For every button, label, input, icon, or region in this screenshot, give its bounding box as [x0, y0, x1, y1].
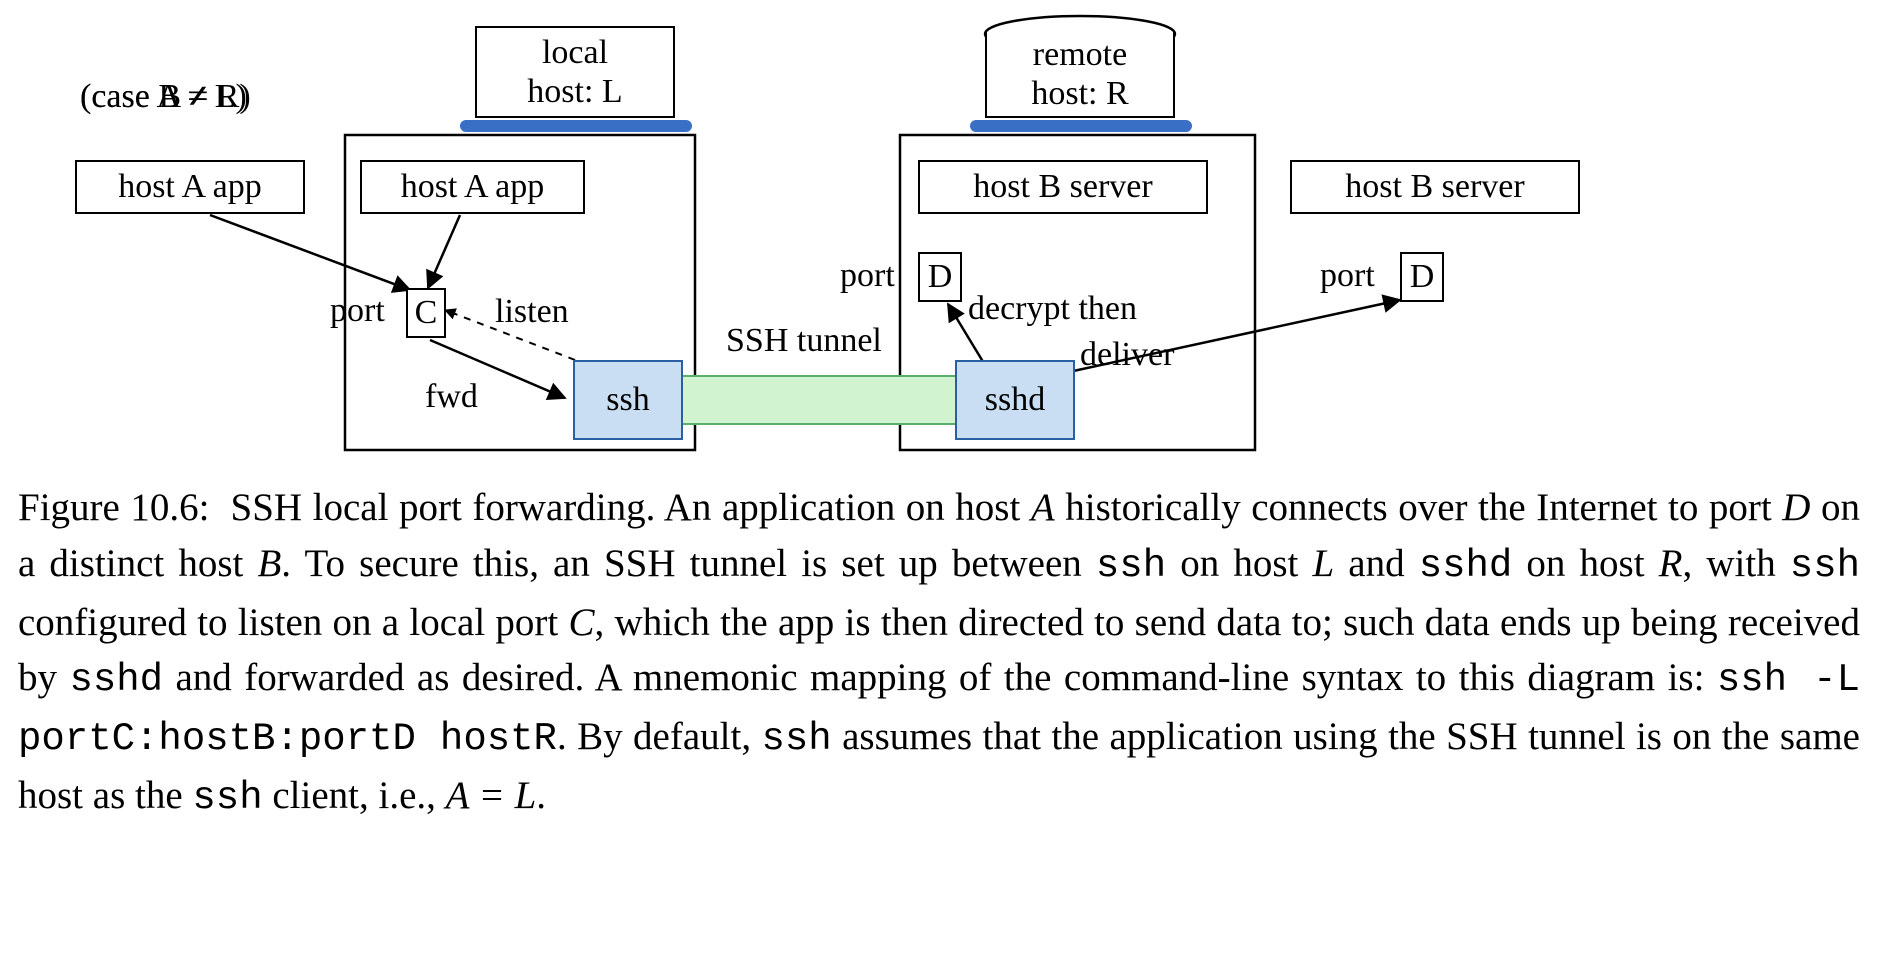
remote-bot: host: R: [1031, 74, 1128, 113]
local-bot: host: L: [527, 72, 622, 111]
port-d-label-in: port: [840, 257, 895, 295]
remote-top: remote: [1033, 35, 1127, 74]
port-d-out: D: [1400, 252, 1444, 302]
remote-host-box: remote host: R: [985, 32, 1175, 118]
port-d-in: D: [918, 252, 962, 302]
host-b-server-inside: host B server: [918, 160, 1208, 214]
ssh-process: ssh: [573, 360, 683, 440]
fwd-label: fwd: [425, 378, 478, 416]
sshd-process: sshd: [955, 360, 1075, 440]
port-c: C: [406, 288, 446, 338]
ssh-tunnel: [680, 375, 960, 425]
case-b-label: (case B ≠ R): [80, 78, 251, 116]
tunnel-label: SSH tunnel: [726, 322, 882, 360]
local-top: local: [542, 33, 608, 72]
deliver-label: deliver: [1080, 336, 1174, 374]
local-underline: [460, 120, 692, 132]
listen-label: listen: [495, 293, 569, 331]
port-d-label-out: port: [1320, 257, 1375, 295]
fig-number: Figure 10.6:: [18, 486, 209, 529]
port-c-label: port: [330, 292, 385, 330]
ssh-forwarding-diagram: (case A ≠ L) (case B ≠ R) local host: L …: [80, 10, 1780, 460]
host-b-server-outside: host B server: [1290, 160, 1580, 214]
host-a-app-outside: host A app: [75, 160, 305, 214]
host-a-app-inside: host A app: [360, 160, 585, 214]
figure-caption: Figure 10.6: SSH local port forwarding. …: [18, 480, 1860, 827]
decrypt-label: decrypt then: [968, 290, 1137, 328]
local-host-box: local host: L: [475, 26, 675, 118]
remote-underline: [970, 120, 1192, 132]
